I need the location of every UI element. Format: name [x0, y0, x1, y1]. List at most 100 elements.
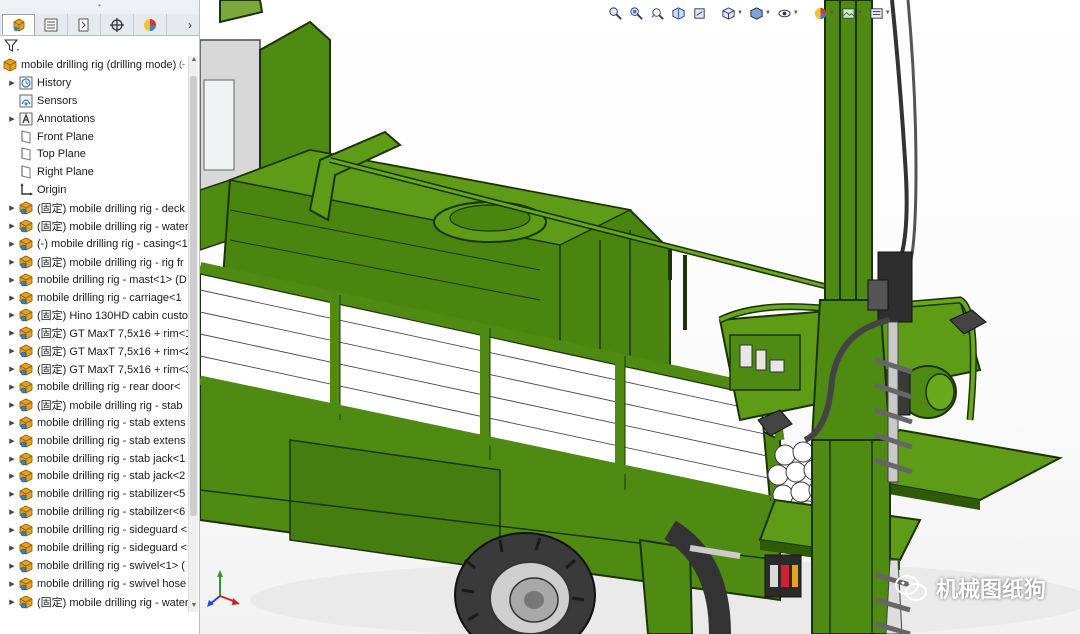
zoom-to-area-button[interactable] — [627, 4, 646, 22]
expand-arrow-icon[interactable]: ▶ — [6, 222, 18, 230]
tree-item[interactable]: ▶ mobile drilling rig - carriage<1 — [0, 289, 188, 307]
tree-item-label: Annotations — [37, 112, 96, 125]
tree-root-expand-toggle[interactable]: (- — [179, 59, 185, 69]
tree-filter[interactable] — [0, 36, 199, 56]
expand-arrow-icon[interactable]: ▶ — [6, 562, 18, 570]
assembly-icon — [3, 58, 17, 72]
scroll-up-arrow-icon[interactable]: ▲ — [189, 56, 199, 66]
tree-item[interactable]: ▶ (固定) GT MaxT 7,5x16 + rim<3 — [0, 360, 188, 378]
tree-item[interactable]: ▶Top Plane — [0, 145, 188, 163]
dropdown-caret-icon[interactable]: ▼ — [793, 10, 799, 16]
tree-item[interactable]: ▶ (-) mobile drilling rig - casing<1 — [0, 235, 188, 253]
tree-item[interactable]: ▶ mobile drilling rig - swivel<1> ( — [0, 557, 188, 575]
tree-item[interactable]: ▶ mobile drilling rig - sideguard < — [0, 521, 188, 539]
dropdown-caret-icon[interactable]: ▼ — [737, 10, 743, 16]
expand-arrow-icon[interactable]: ▶ — [6, 401, 18, 409]
scroll-down-arrow-icon[interactable]: ▼ — [189, 602, 199, 612]
tree-item[interactable]: ▶Origin — [0, 181, 188, 199]
expand-arrow-icon[interactable]: ▶ — [6, 580, 18, 588]
tree-item[interactable]: ▶Sensors — [0, 92, 188, 110]
expand-arrow-icon[interactable]: ▶ — [6, 455, 18, 463]
view-orientation-button[interactable] — [719, 4, 738, 22]
tree-item[interactable]: ▶ History — [0, 74, 188, 92]
expand-arrow-icon[interactable]: ▶ — [6, 526, 18, 534]
tree-root-assembly[interactable]: mobile drilling rig (drilling mode) — [0, 56, 188, 74]
expand-arrow-icon[interactable]: ▶ — [6, 472, 18, 480]
tree-item[interactable]: ▶ mobile drilling rig - stab extens — [0, 432, 188, 450]
tree-item-label: (固定) Hino 130HD cabin custon — [37, 310, 188, 323]
tree-item[interactable]: ▶ mobile drilling rig - stabilizer<6 — [0, 503, 188, 521]
plane-icon — [21, 165, 31, 179]
tree-item[interactable]: ▶ (固定) mobile drilling rig - stab — [0, 396, 188, 414]
manager-tab-bar: › — [0, 14, 199, 36]
tree-item[interactable]: ▶ mobile drilling rig - stab jack<2 — [0, 467, 188, 485]
tab-scroll-right-button[interactable]: › — [181, 14, 199, 35]
drilling-rig-model-render[interactable] — [200, 0, 1080, 634]
section-view-button[interactable] — [669, 4, 688, 22]
expand-arrow-icon[interactable]: ▶ — [6, 311, 18, 319]
tab-configuration-manager[interactable] — [68, 14, 101, 35]
hide-show-items-button[interactable] — [775, 4, 794, 22]
tree-scrollbar[interactable]: ▲ ▼ — [188, 56, 198, 612]
property-list-icon — [44, 18, 58, 31]
expand-arrow-icon[interactable]: ▶ — [6, 419, 18, 427]
expand-arrow-icon[interactable]: ▶ — [6, 598, 18, 606]
tab-display-manager[interactable] — [134, 14, 167, 35]
tree-item[interactable]: ▶ mobile drilling rig - stabilizer<5 — [0, 485, 188, 503]
tab-dimxpert-manager[interactable] — [101, 14, 134, 35]
tree-item[interactable]: ▶ mobile drilling rig - swivel hose — [0, 575, 188, 593]
expand-arrow-icon[interactable]: ▶ — [6, 294, 18, 302]
panel-grip-handle[interactable]: • — [0, 0, 199, 14]
tree-item[interactable]: ▶ Annotations — [0, 110, 188, 128]
tree-item-label: mobile drilling rig - stab jack<1 — [37, 452, 186, 465]
tree-item[interactable]: ▶(-) mobile drilling rig - auger<1 — [0, 611, 188, 612]
tree-item[interactable]: ▶ (固定) GT MaxT 7,5x16 + rim<2 — [0, 342, 188, 360]
tab-property-manager[interactable] — [35, 14, 68, 35]
edit-appearance-button[interactable] — [811, 4, 830, 22]
dropdown-caret-icon[interactable]: ▼ — [885, 10, 891, 16]
display-style-icon — [750, 6, 763, 20]
part-icon — [19, 398, 33, 412]
tree-item[interactable]: ▶ mobile drilling rig - sideguard < — [0, 539, 188, 557]
tree-item[interactable]: ▶ (固定) mobile drilling rig - water — [0, 217, 188, 235]
dynamic-annotation-button[interactable] — [690, 4, 709, 22]
expand-arrow-icon[interactable]: ▶ — [6, 276, 18, 284]
tree-item[interactable]: ▶ (固定) mobile drilling rig - rig fr — [0, 253, 188, 271]
apply-scene-button[interactable] — [839, 4, 858, 22]
tree-item-label: mobile drilling rig - stabilizer<5 — [37, 488, 186, 501]
tree-item[interactable]: ▶Front Plane — [0, 128, 188, 146]
dropdown-caret-icon[interactable]: ▼ — [829, 10, 835, 16]
tree-item[interactable]: ▶ (固定) mobile drilling rig - water — [0, 593, 188, 611]
expand-arrow-icon[interactable]: ▶ — [6, 258, 18, 266]
tree-item[interactable]: ▶ (固定) mobile drilling rig - deck — [0, 199, 188, 217]
expand-arrow-icon[interactable]: ▶ — [6, 508, 18, 516]
graphics-viewport[interactable]: ▼ ▼ ▼ ▼ ▼ ▼ 机械图纸狗 — [200, 0, 1080, 634]
tree-item[interactable]: ▶ mobile drilling rig - stab jack<1 — [0, 450, 188, 468]
scrollbar-thumb[interactable] — [190, 76, 197, 516]
expand-arrow-icon[interactable]: ▶ — [6, 79, 18, 87]
expand-arrow-icon[interactable]: ▶ — [6, 490, 18, 498]
tree-item[interactable]: ▶ mobile drilling rig - rear door< — [0, 378, 188, 396]
expand-arrow-icon[interactable]: ▶ — [6, 437, 18, 445]
expand-arrow-icon[interactable]: ▶ — [6, 115, 18, 123]
view-settings-button[interactable] — [867, 4, 886, 22]
watermark: 机械图纸狗 — [894, 572, 1046, 604]
dropdown-caret-icon[interactable]: ▼ — [857, 10, 863, 16]
expand-arrow-icon[interactable]: ▶ — [6, 544, 18, 552]
tree-item[interactable]: ▶Right Plane — [0, 163, 188, 181]
tree-item[interactable]: ▶ (固定) Hino 130HD cabin custon — [0, 306, 188, 324]
expand-arrow-icon[interactable]: ▶ — [6, 347, 18, 355]
expand-arrow-icon[interactable]: ▶ — [6, 240, 18, 248]
tree-item[interactable]: ▶ mobile drilling rig - mast<1> (D — [0, 271, 188, 289]
expand-arrow-icon[interactable]: ▶ — [6, 383, 18, 391]
expand-arrow-icon[interactable]: ▶ — [6, 329, 18, 337]
zoom-to-fit-button[interactable] — [606, 4, 625, 22]
display-style-button[interactable] — [747, 4, 766, 22]
tree-item[interactable]: ▶ (固定) GT MaxT 7,5x16 + rim<1 — [0, 324, 188, 342]
expand-arrow-icon[interactable]: ▶ — [6, 365, 18, 373]
tree-item[interactable]: ▶ mobile drilling rig - stab extens — [0, 414, 188, 432]
previous-view-button[interactable] — [648, 4, 667, 22]
expand-arrow-icon[interactable]: ▶ — [6, 204, 18, 212]
dropdown-caret-icon[interactable]: ▼ — [765, 10, 771, 16]
tab-feature-manager[interactable] — [2, 14, 35, 35]
